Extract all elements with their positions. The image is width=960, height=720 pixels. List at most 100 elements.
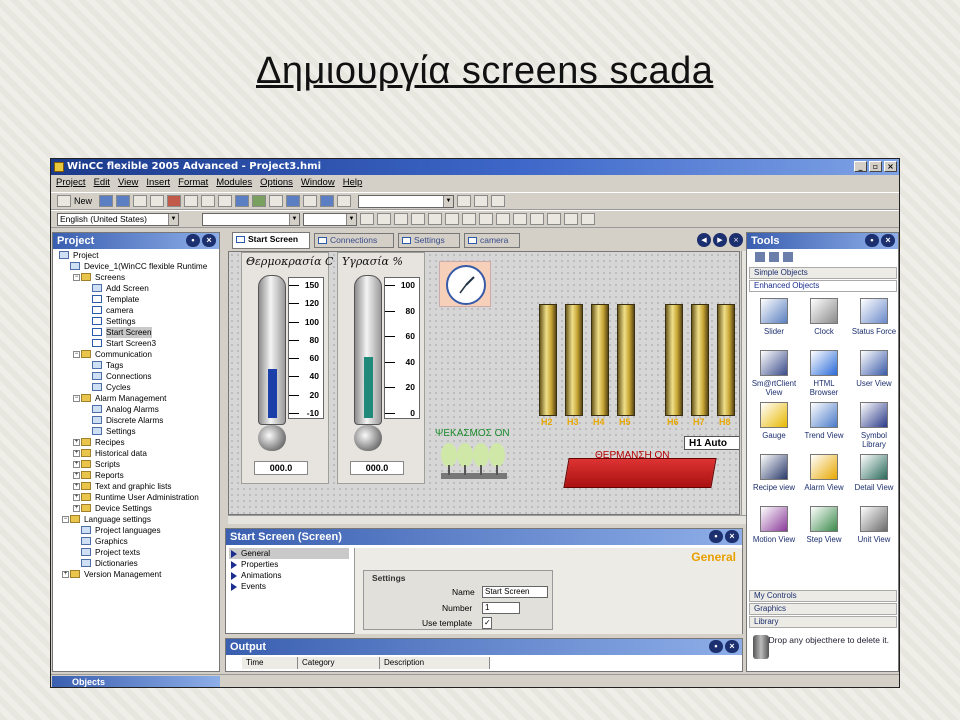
heater-tube[interactable] [617,304,635,416]
tool-trend[interactable]: Trend View [799,402,849,456]
tab-start-screen[interactable]: Start Screen [232,232,310,249]
tool-gauge[interactable]: Gauge [749,402,799,456]
tool-recipe[interactable]: Recipe view [749,454,799,508]
pin-icon[interactable]: • [709,530,723,543]
bring-front-icon[interactable] [530,213,544,225]
heater-tube[interactable] [717,304,735,416]
humidity-value[interactable]: 000.0 [350,461,404,475]
align-left-icon[interactable] [411,213,425,225]
heater-tube[interactable] [539,304,557,416]
tree-item[interactable]: − Screens [53,272,219,283]
heating-element-icon[interactable] [563,458,717,488]
transfer-icon[interactable] [252,195,267,207]
menu-modules[interactable]: Modules [216,175,252,191]
number-field[interactable]: 1 [482,602,520,614]
tree-item[interactable]: Project [53,250,219,261]
align-center-icon[interactable] [428,213,442,225]
column-time[interactable]: Time [242,657,298,669]
tree-item[interactable]: + Version Management [53,569,219,580]
save-icon[interactable] [116,195,131,207]
use-template-checkbox[interactable]: ✓ [482,617,492,629]
font-select[interactable]: ▼ [202,212,300,226]
close-icon[interactable]: × [202,234,216,247]
tool-user-view[interactable]: User View [849,350,899,404]
tool-alarm-view[interactable]: Alarm View [799,454,849,508]
runtime-icon[interactable] [269,195,284,207]
tree-item[interactable]: camera [53,305,219,316]
objects-tab[interactable]: Objects [52,676,220,687]
canvas-horizontal-scrollbar[interactable] [228,515,751,524]
humidity-gauge[interactable]: Υγρασία % 100 80 60 40 20 0 000.0 [337,252,425,484]
expand-icon[interactable]: − [62,516,69,523]
close-icon[interactable]: × [881,234,895,247]
heater-tube[interactable] [691,304,709,416]
italic-icon[interactable] [377,213,391,225]
category-animations[interactable]: Animations [229,570,349,581]
expand-icon[interactable]: − [73,395,80,402]
menu-options[interactable]: Options [260,175,293,191]
tree-item[interactable]: Project texts [53,547,219,558]
find-icon[interactable] [303,195,318,207]
tree-item[interactable]: + Device Settings [53,503,219,514]
tree-item[interactable]: + Text and graphic lists [53,481,219,492]
menu-window[interactable]: Window [301,175,335,191]
menu-format[interactable]: Format [178,175,208,191]
tool-motion-view[interactable]: Motion View [749,506,799,560]
column-category[interactable]: Category [298,657,380,669]
tab-camera[interactable]: camera [464,233,520,248]
tool-slider[interactable]: Slider [749,298,799,352]
tool-browser[interactable]: HTML Browser [799,350,849,404]
tool-smartclient[interactable]: Sm@rtClient View [749,350,799,404]
tree-item[interactable]: Settings [53,426,219,437]
tree-item[interactable]: Graphics [53,536,219,547]
expand-icon[interactable]: + [73,483,80,490]
link-icon[interactable] [320,195,335,207]
tool-step-view[interactable]: Step View [799,506,849,560]
delete-icon[interactable] [167,195,182,207]
zoom-out-icon[interactable] [491,195,506,207]
zoom-fit-icon[interactable] [457,195,472,207]
send-back-icon[interactable] [547,213,561,225]
tab-connections[interactable]: Connections [314,233,394,248]
tree-item[interactable]: Project languages [53,525,219,536]
tab-next-icon[interactable]: ▶ [713,233,727,247]
tree-item[interactable]: Start Screen3 [53,338,219,349]
minimize-button[interactable]: _ [854,161,867,172]
name-field[interactable]: Start Screen [482,586,548,598]
tree-item[interactable]: Discrete Alarms [53,415,219,426]
align-right-icon[interactable] [445,213,459,225]
fill-color-icon[interactable] [462,213,476,225]
category-general[interactable]: General [229,548,349,559]
expand-icon[interactable]: − [73,351,80,358]
maximize-button[interactable]: ▫ [869,161,882,172]
download-icon[interactable] [286,195,301,207]
distribute-icon[interactable] [581,213,595,225]
tree-item[interactable]: Analog Alarms [53,404,219,415]
open-icon[interactable] [99,195,114,207]
close-icon[interactable]: × [729,233,743,247]
new-button[interactable]: New [74,196,92,206]
tool-status-force[interactable]: Status Force [849,298,899,352]
section-library[interactable]: Library [749,616,897,628]
menu-insert[interactable]: Insert [146,175,170,191]
paste-icon[interactable] [218,195,233,207]
section-graphics[interactable]: Graphics [749,603,897,615]
temperature-value[interactable]: 000.0 [254,461,308,475]
tree-item[interactable]: Start Screen [53,327,219,338]
properties-icon[interactable] [337,195,352,207]
zoom-combo[interactable]: ▼ [358,194,455,208]
font-size-select[interactable]: ▼ [303,212,357,226]
undo-icon[interactable] [133,195,148,207]
tree-item[interactable]: Tags [53,360,219,371]
wrench-icon[interactable] [783,252,793,262]
underline-icon[interactable] [394,213,408,225]
tree-item[interactable]: + Reports [53,470,219,481]
pin-icon[interactable]: • [865,234,879,247]
tool-symbol-library[interactable]: Symbol Library [849,402,899,456]
tree-item[interactable]: − Alarm Management [53,393,219,404]
expand-icon[interactable]: − [73,274,80,281]
expand-icon[interactable]: + [73,472,80,479]
copy-icon[interactable] [201,195,216,207]
expand-icon[interactable]: + [73,450,80,457]
new-icon[interactable] [57,195,71,207]
